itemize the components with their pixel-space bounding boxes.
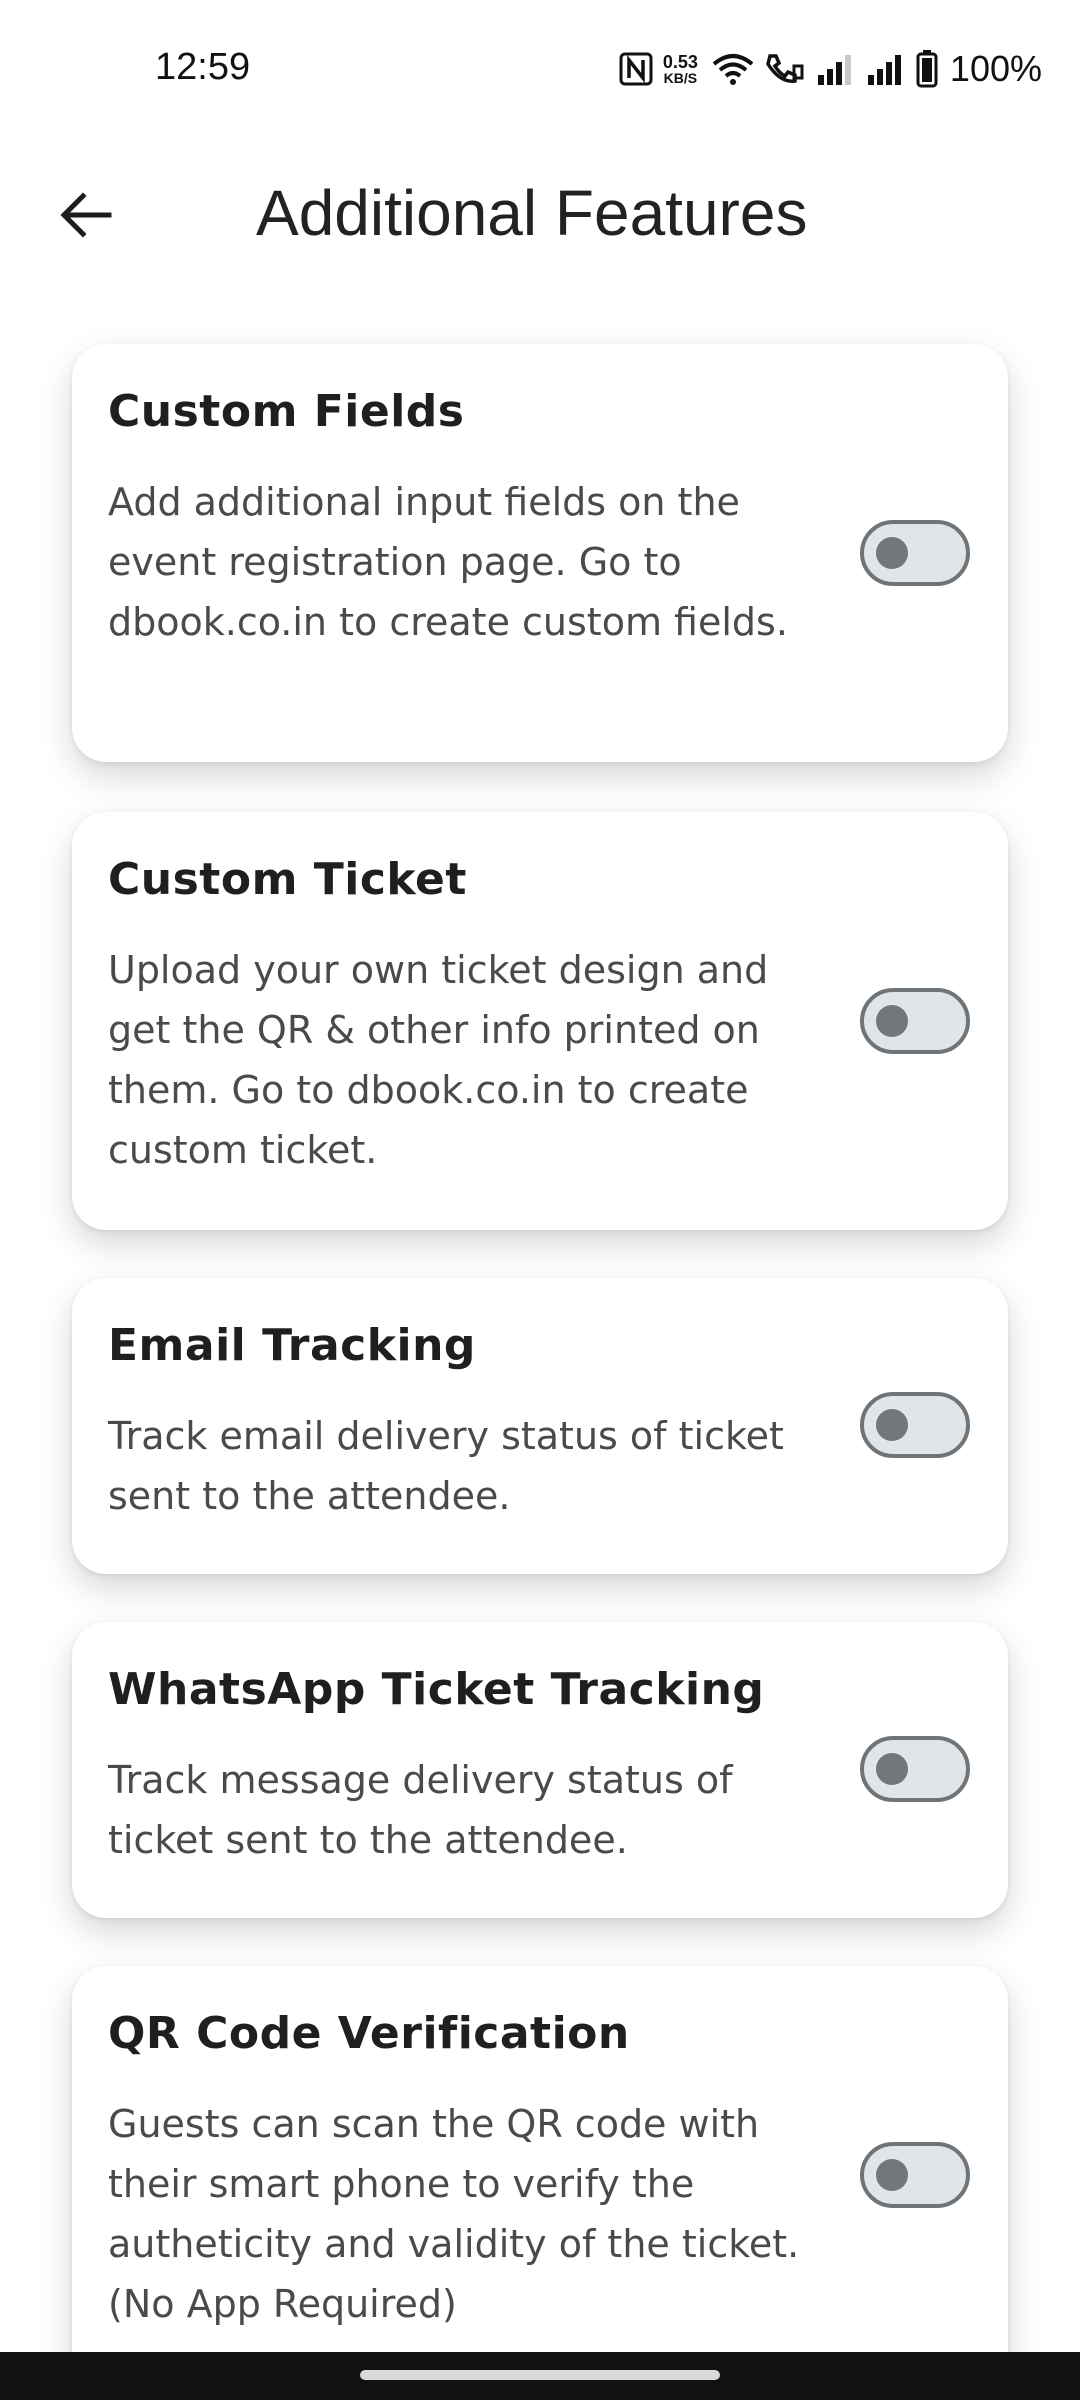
feature-title: Custom Ticket (108, 854, 467, 905)
app-bar: Additional Features (0, 140, 1080, 290)
system-nav-bar (0, 2352, 1080, 2400)
toggle-switch-custom-ticket[interactable] (860, 988, 970, 1054)
feature-title: QR Code Verification (108, 2008, 630, 2059)
feature-card-custom-fields: Custom Fields Add additional input field… (72, 344, 1008, 762)
toggle-switch-whatsapp-ticket-tracking[interactable] (860, 1736, 970, 1802)
feature-title: WhatsApp Ticket Tracking (108, 1664, 765, 1715)
feature-description: Add additional input fields on the event… (108, 480, 788, 644)
page-title: Additional Features (256, 177, 808, 249)
net-speed-unit: KB/S (663, 70, 698, 86)
back-button[interactable] (40, 172, 130, 262)
signal-icon (816, 53, 856, 85)
feature-description: Track email delivery status of ticket se… (108, 1414, 784, 1518)
toggle-switch-email-tracking[interactable] (860, 1392, 970, 1458)
feature-title: Email Tracking (108, 1320, 476, 1371)
toggle-knob (876, 1409, 908, 1441)
toggle-knob (876, 537, 908, 569)
feature-card-custom-ticket: Custom Ticket Upload your own ticket des… (72, 812, 1008, 1230)
arrow-left-icon (57, 187, 113, 247)
nfc-icon (619, 52, 653, 86)
toggle-switch-custom-fields[interactable] (860, 520, 970, 586)
toggle-knob (876, 1005, 908, 1037)
wifi-calling-icon (764, 52, 806, 86)
net-speed: 0.53 KB/S (663, 53, 698, 85)
feature-description: Upload your own ticket design and get th… (108, 948, 769, 1172)
home-indicator[interactable] (360, 2370, 720, 2380)
toggle-knob (876, 1753, 908, 1785)
feature-description: Guests can scan the QR code with their s… (108, 2102, 800, 2326)
status-time: 12:59 (155, 46, 251, 88)
feature-description: Track message delivery status of ticket … (108, 1758, 733, 1862)
feature-title: Custom Fields (108, 386, 465, 437)
wifi-icon (712, 52, 754, 86)
feature-card-whatsapp-ticket-tracking: WhatsApp Ticket Tracking Track message d… (72, 1622, 1008, 1918)
net-speed-value: 0.53 (662, 52, 698, 72)
battery-percent: 100% (949, 48, 1042, 89)
feature-card-email-tracking: Email Tracking Track email delivery stat… (72, 1278, 1008, 1574)
battery-icon (916, 50, 938, 88)
toggle-knob (876, 2159, 908, 2191)
status-icons: 0.53 KB/S 100% (619, 48, 1042, 90)
feature-card-qr-code-verification: QR Code Verification Guests can scan the… (72, 1966, 1008, 2384)
toggle-switch-qr-code-verification[interactable] (860, 2142, 970, 2208)
signal-icon (866, 53, 906, 85)
status-bar: 12:59 0.53 KB/S 100% (0, 0, 1080, 140)
